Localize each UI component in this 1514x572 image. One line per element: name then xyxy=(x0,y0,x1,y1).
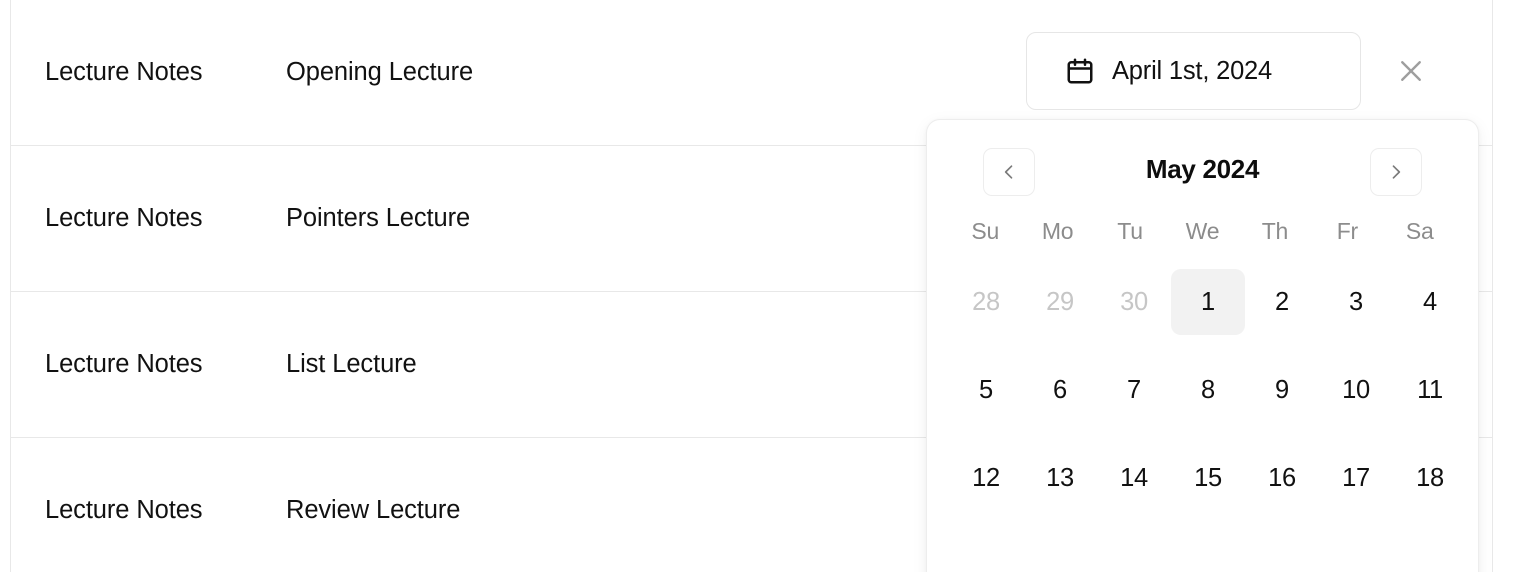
calendar-day-9[interactable]: 9 xyxy=(1245,357,1319,423)
calendar-day-11[interactable]: 11 xyxy=(1393,357,1467,423)
calendar-day-16[interactable]: 16 xyxy=(1245,445,1319,511)
weekday-label: Mo xyxy=(1041,218,1074,244)
calendar-day-cell: 7 xyxy=(1097,354,1171,426)
calendar-day-cell: 8 xyxy=(1171,354,1245,426)
calendar-day-cell: 1 xyxy=(1171,266,1245,338)
weekday-label: Th xyxy=(1261,218,1289,244)
weekday-label: Sa xyxy=(1405,218,1434,244)
chevron-right-icon xyxy=(1392,165,1401,179)
calendar-day-cell: 15 xyxy=(1171,442,1245,514)
weekday-header-row: Su Mo Tu We Th Fr Sa xyxy=(949,212,1456,250)
calendar-day-7[interactable]: 7 xyxy=(1097,357,1171,423)
calendar-day-cell: 4 xyxy=(1393,266,1467,338)
previous-month-button[interactable] xyxy=(983,148,1035,196)
calendar-day-10[interactable]: 10 xyxy=(1319,357,1393,423)
calendar-week-row: 5 6 7 8 9 10 11 xyxy=(949,354,1456,426)
calendar-day-28[interactable]: 28 xyxy=(949,269,1023,335)
clear-date-button[interactable] xyxy=(1392,52,1430,90)
cell-type: Lecture Notes xyxy=(45,204,203,233)
calendar-day-cell: 30 xyxy=(1097,266,1171,338)
calendar-day-17[interactable]: 17 xyxy=(1319,445,1393,511)
calendar-day-29[interactable]: 29 xyxy=(1023,269,1097,335)
cell-type: Lecture Notes xyxy=(45,496,203,525)
calendar-header: May 2024 xyxy=(949,140,1456,198)
calendar-day-cell: 11 xyxy=(1393,354,1467,426)
calendar-day-12[interactable]: 12 xyxy=(949,445,1023,511)
calendar-day-15[interactable]: 15 xyxy=(1171,445,1245,511)
calendar-month-title: May 2024 xyxy=(1145,153,1260,184)
calendar-day-cell: 9 xyxy=(1245,354,1319,426)
calendar-day-30[interactable]: 30 xyxy=(1097,269,1171,335)
weekday-label: We xyxy=(1185,218,1220,244)
calendar-day-4[interactable]: 4 xyxy=(1393,269,1467,335)
calendar-day-cell: 12 xyxy=(949,442,1023,514)
calendar-week-row: 28 29 30 1 2 3 4 xyxy=(949,266,1456,338)
calendar-day-2[interactable]: 2 xyxy=(1245,269,1319,335)
weekday-label: Tu xyxy=(1117,218,1143,244)
weekday-label: Fr xyxy=(1336,218,1359,244)
next-month-button[interactable] xyxy=(1370,148,1422,196)
selected-date-value: April 1st, 2024 xyxy=(1112,56,1273,85)
calendar-week-row: 12 13 14 15 16 17 18 xyxy=(949,442,1456,514)
page-root: Lecture Notes Opening Lecture Lecture No… xyxy=(0,0,1514,572)
calendar-day-cell: 6 xyxy=(1023,354,1097,426)
close-icon xyxy=(1401,61,1421,81)
chevron-left-icon xyxy=(1004,165,1013,179)
calendar-day-3[interactable]: 3 xyxy=(1319,269,1393,335)
calendar-day-8[interactable]: 8 xyxy=(1171,357,1245,423)
calendar-day-13[interactable]: 13 xyxy=(1023,445,1097,511)
calendar-day-cell: 16 xyxy=(1245,442,1319,514)
calendar-day-cell: 18 xyxy=(1393,442,1467,514)
cell-type: Lecture Notes xyxy=(45,350,203,379)
calendar-day-cell: 28 xyxy=(949,266,1023,338)
calendar-day-cell: 13 xyxy=(1023,442,1097,514)
calendar-day-cell: 17 xyxy=(1319,442,1393,514)
calendar-day-5[interactable]: 5 xyxy=(949,357,1023,423)
calendar-day-cell: 5 xyxy=(949,354,1023,426)
cell-type: Lecture Notes xyxy=(45,58,203,87)
calendar-day-6[interactable]: 6 xyxy=(1023,357,1097,423)
calendar-day-cell: 2 xyxy=(1245,266,1319,338)
calendar-day-18[interactable]: 18 xyxy=(1393,445,1467,511)
date-picker-field[interactable]: April 1st, 2024 xyxy=(1026,32,1361,110)
calendar-day-cell: 14 xyxy=(1097,442,1171,514)
calendar-popup: May 2024 Su Mo Tu We Th Fr Sa 28 29 30 1 2 3 4… xyxy=(926,119,1479,572)
calendar-day-cell: 3 xyxy=(1319,266,1393,338)
weekday-label: Su xyxy=(971,218,1000,244)
calendar-day-cell: 10 xyxy=(1319,354,1393,426)
calendar-day-cell: 29 xyxy=(1023,266,1097,338)
calendar-day-1[interactable]: 1 xyxy=(1171,269,1245,335)
calendar-icon xyxy=(1067,58,1093,84)
calendar-day-14[interactable]: 14 xyxy=(1097,445,1171,511)
